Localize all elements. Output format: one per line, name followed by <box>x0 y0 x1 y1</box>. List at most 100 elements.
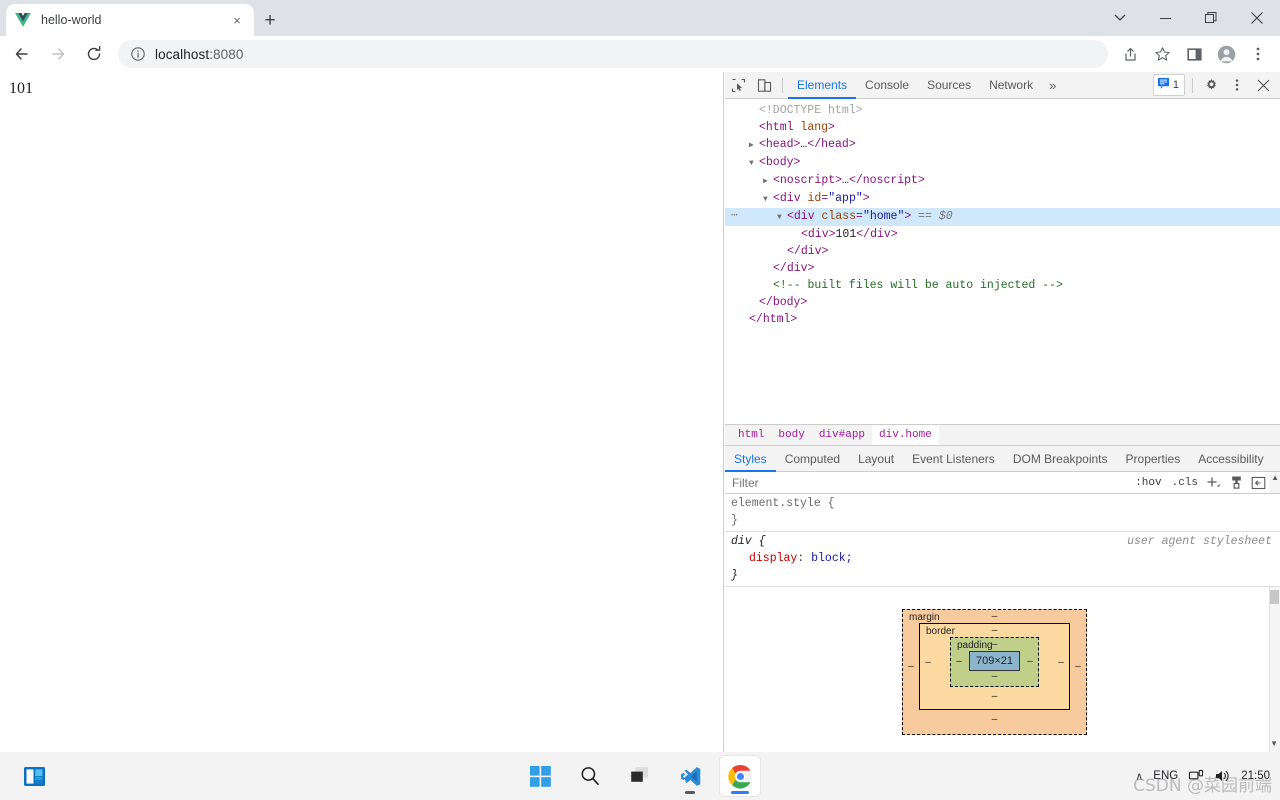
issues-badge[interactable]: 1 <box>1152 74 1185 96</box>
dom-node[interactable]: <!-- built files will be auto injected -… <box>725 277 1280 294</box>
breadcrumb-item[interactable]: body <box>771 425 811 445</box>
share-icon[interactable] <box>1116 40 1144 68</box>
breadcrumb-item[interactable]: div#app <box>812 425 872 445</box>
box-model-scrollbar[interactable]: ▼ <box>1269 587 1280 752</box>
style-rule[interactable]: element.style {} <box>725 494 1280 532</box>
search-button[interactable] <box>570 756 610 796</box>
style-rule[interactable]: div {user agent stylesheet display: block… <box>725 532 1280 587</box>
chrome-button[interactable] <box>720 756 760 796</box>
border-bottom-value[interactable]: – <box>920 687 1069 709</box>
box-model-margin[interactable]: margin – – border – – padding – – 709×21… <box>902 609 1087 735</box>
inspect-element-icon[interactable] <box>725 73 751 98</box>
tray-expand-icon[interactable]: ∧ <box>1135 770 1143 783</box>
devtools-tab-network[interactable]: Network <box>980 72 1042 98</box>
dom-node[interactable]: ▶ <head>…</head> <box>725 136 1280 154</box>
close-devtools-icon[interactable] <box>1250 73 1276 98</box>
tab-search-icon[interactable] <box>1098 0 1142 36</box>
dom-node[interactable]: <!DOCTYPE html> <box>725 102 1280 119</box>
info-circle-icon[interactable] <box>130 46 146 62</box>
scroll-up-arrow-icon[interactable]: ▲ <box>1271 473 1279 482</box>
dom-node[interactable]: </div> <box>725 260 1280 277</box>
dom-node[interactable]: </div> <box>725 243 1280 260</box>
devtools-tab-console[interactable]: Console <box>856 72 918 98</box>
style-rule-selector[interactable]: element.style { <box>731 495 1274 512</box>
forward-button[interactable] <box>44 40 72 68</box>
breadcrumb-item[interactable]: div.home <box>872 425 939 445</box>
declaration-property[interactable]: display <box>731 552 797 565</box>
dom-node[interactable]: <html lang> <box>725 119 1280 136</box>
widgets-icon[interactable] <box>14 756 54 796</box>
breadcrumb-item[interactable]: html <box>731 425 771 445</box>
profile-avatar-icon[interactable] <box>1212 40 1240 68</box>
close-tab-icon[interactable]: × <box>228 11 246 29</box>
sidebar-tab-computed[interactable]: Computed <box>776 446 849 471</box>
margin-right-value[interactable]: – <box>1070 661 1086 672</box>
margin-bottom-value[interactable]: – <box>903 710 1086 734</box>
vscode-button[interactable] <box>670 756 710 796</box>
network-icon[interactable] <box>1188 768 1204 784</box>
collapse-arrow-icon[interactable]: ▼ <box>777 209 787 226</box>
dom-node[interactable]: <div>101</div> <box>725 226 1280 243</box>
margin-left-value[interactable]: – <box>903 661 919 672</box>
side-panel-icon[interactable] <box>1180 40 1208 68</box>
padding-right-value[interactable]: – <box>1022 656 1038 667</box>
devtools-tab-elements[interactable]: Elements <box>788 72 857 99</box>
sidebar-tab-styles[interactable]: Styles <box>725 446 776 472</box>
maximize-button[interactable] <box>1188 0 1234 36</box>
dom-node[interactable]: </body> <box>725 294 1280 311</box>
gear-icon[interactable] <box>1198 73 1224 98</box>
back-button[interactable] <box>8 40 36 68</box>
task-view-button[interactable] <box>620 756 660 796</box>
devtools-tab-sources[interactable]: Sources <box>918 72 980 98</box>
new-style-rule-button[interactable] <box>1203 473 1225 493</box>
device-toolbar-icon[interactable] <box>751 73 777 98</box>
collapse-arrow-icon[interactable]: ▼ <box>749 155 759 172</box>
expand-arrow-icon[interactable]: ▶ <box>749 137 759 154</box>
sidebar-tab-properties[interactable]: Properties <box>1117 446 1190 471</box>
padding-left-value[interactable]: – <box>951 656 967 667</box>
more-tabs-button[interactable]: » <box>1042 78 1063 93</box>
start-button[interactable] <box>520 756 560 796</box>
box-model-content-size[interactable]: 709×21 <box>969 651 1020 671</box>
toggle-sidebar-icon[interactable] <box>1247 473 1269 493</box>
language-indicator[interactable]: ENG <box>1153 770 1178 782</box>
styles-scroll-track[interactable]: ▲ <box>1269 472 1280 493</box>
border-left-value[interactable]: – <box>920 657 936 668</box>
reload-button[interactable] <box>80 40 108 68</box>
expand-arrow-icon[interactable]: ▶ <box>763 173 773 190</box>
collapse-arrow-icon[interactable]: ▼ <box>763 191 773 208</box>
declaration-value[interactable]: block; <box>811 552 852 565</box>
style-declaration[interactable]: display: block; <box>731 550 1274 567</box>
sidebar-tab-dom-breakpoints[interactable]: DOM Breakpoints <box>1004 446 1117 471</box>
dom-node[interactable]: ▼ <div id="app"> <box>725 190 1280 208</box>
dom-node[interactable]: </html> <box>725 311 1280 328</box>
styles-filter-input[interactable] <box>725 472 1131 493</box>
dom-tree[interactable]: <!DOCTYPE html> <html lang> ▶ <head>…</head… <box>725 99 1280 425</box>
dom-node-menu-icon[interactable]: ⋯ <box>731 208 739 225</box>
clock[interactable]: 21:50 <box>1241 770 1272 783</box>
sidebar-tab-event-listeners[interactable]: Event Listeners <box>903 446 1004 471</box>
border-right-value[interactable]: – <box>1053 657 1069 668</box>
scroll-down-arrow-icon[interactable]: ▼ <box>1270 739 1278 748</box>
cls-button[interactable]: .cls <box>1167 473 1203 493</box>
chrome-menu-icon[interactable] <box>1244 40 1272 68</box>
sidebar-tab-layout[interactable]: Layout <box>849 446 903 471</box>
padding-bottom-value[interactable]: – <box>951 671 1038 686</box>
box-model-border[interactable]: border – – padding – – 709×21 – – – – <box>919 623 1070 710</box>
new-tab-button[interactable]: + <box>256 6 284 34</box>
minimize-button[interactable] <box>1142 0 1188 36</box>
bookmark-star-icon[interactable] <box>1148 40 1176 68</box>
browser-tab[interactable]: hello-world × <box>6 4 254 36</box>
scrollbar-thumb[interactable] <box>1270 590 1279 604</box>
box-model-padding[interactable]: padding – – 709×21 – – <box>950 637 1039 687</box>
more-options-icon[interactable] <box>1224 73 1250 98</box>
dom-node[interactable]: ▶ <noscript>…</noscript> <box>725 172 1280 190</box>
style-pane-icon[interactable] <box>1225 473 1247 493</box>
volume-icon[interactable] <box>1214 768 1231 784</box>
address-bar[interactable]: localhost:8080 <box>118 40 1108 68</box>
hov-button[interactable]: :hov <box>1130 473 1166 493</box>
sidebar-tab-accessibility[interactable]: Accessibility <box>1189 446 1272 471</box>
dom-node-selected[interactable]: ⋯ ▼ <div class="home"> == $0 <box>725 208 1280 226</box>
close-window-button[interactable] <box>1234 0 1280 36</box>
dom-node[interactable]: ▼ <body> <box>725 154 1280 172</box>
